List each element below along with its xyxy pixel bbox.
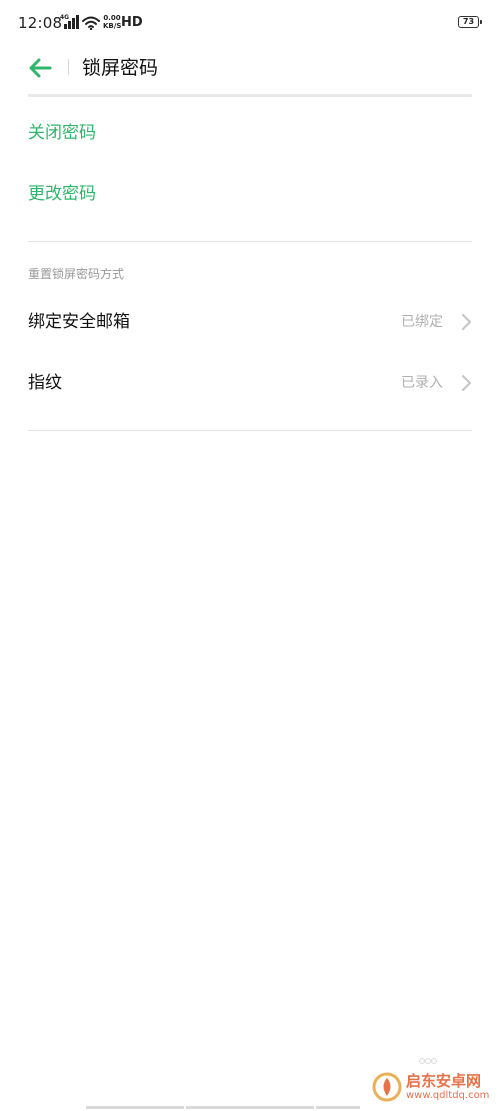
network-speed-value: 0.00 xyxy=(103,14,121,22)
close-password-label: 关闭密码 xyxy=(28,123,96,143)
network-speed-indicator: 0.00 KB/S xyxy=(103,14,121,30)
watermark-url: www.qdltdq.com xyxy=(406,1090,490,1101)
network-speed-unit: KB/S xyxy=(103,22,122,30)
hd-voice-badge: HD xyxy=(121,15,143,30)
loading-dots-icon xyxy=(419,1058,437,1064)
page-title: 锁屏密码 xyxy=(82,57,159,79)
change-password-label: 更改密码 xyxy=(28,184,96,204)
chevron-right-icon xyxy=(462,314,471,330)
nav-home-segment[interactable] xyxy=(186,1106,314,1109)
close-password-option[interactable]: 关闭密码 xyxy=(0,105,500,161)
cellular-signal-icon: 4G xyxy=(60,15,79,29)
lock-screen-password-page: 12:08 4G 0.00 KB/S HD 73 锁屏密码 关闭密码 更改密码 … xyxy=(0,0,500,1111)
fingerprint-row[interactable]: 指纹 已录入 xyxy=(0,355,500,411)
status-time: 12:08 xyxy=(18,14,63,32)
battery-icon: 73 xyxy=(458,16,482,28)
site-watermark: 启东安卓网 www.qdltdq.com xyxy=(372,1070,500,1106)
fingerprint-label: 指纹 xyxy=(28,373,62,393)
nav-left-segment[interactable] xyxy=(86,1106,184,1109)
change-password-option[interactable]: 更改密码 xyxy=(0,166,500,222)
section-divider xyxy=(28,241,472,242)
watermark-logo-icon xyxy=(372,1072,402,1102)
status-bar: 12:08 4G 0.00 KB/S HD 73 xyxy=(0,0,500,46)
page-header: 锁屏密码 xyxy=(0,46,500,90)
fingerprint-status: 已录入 xyxy=(401,375,443,391)
back-button[interactable] xyxy=(22,52,56,84)
gesture-navigation-bar xyxy=(86,1106,360,1109)
watermark-title: 启东安卓网 xyxy=(406,1072,482,1090)
section-bottom-divider xyxy=(28,430,472,431)
arrow-left-icon xyxy=(29,58,52,78)
header-separator xyxy=(28,94,472,97)
bind-security-email-row[interactable]: 绑定安全邮箱 已绑定 xyxy=(0,294,500,350)
header-divider xyxy=(68,59,69,75)
chevron-right-icon xyxy=(462,375,471,391)
wifi-icon xyxy=(82,15,100,31)
nav-right-segment[interactable] xyxy=(316,1106,360,1109)
bind-security-email-label: 绑定安全邮箱 xyxy=(28,312,130,332)
bind-security-email-status: 已绑定 xyxy=(401,314,443,330)
battery-level: 73 xyxy=(462,17,475,26)
reset-section-title: 重置锁屏密码方式 xyxy=(28,267,125,281)
